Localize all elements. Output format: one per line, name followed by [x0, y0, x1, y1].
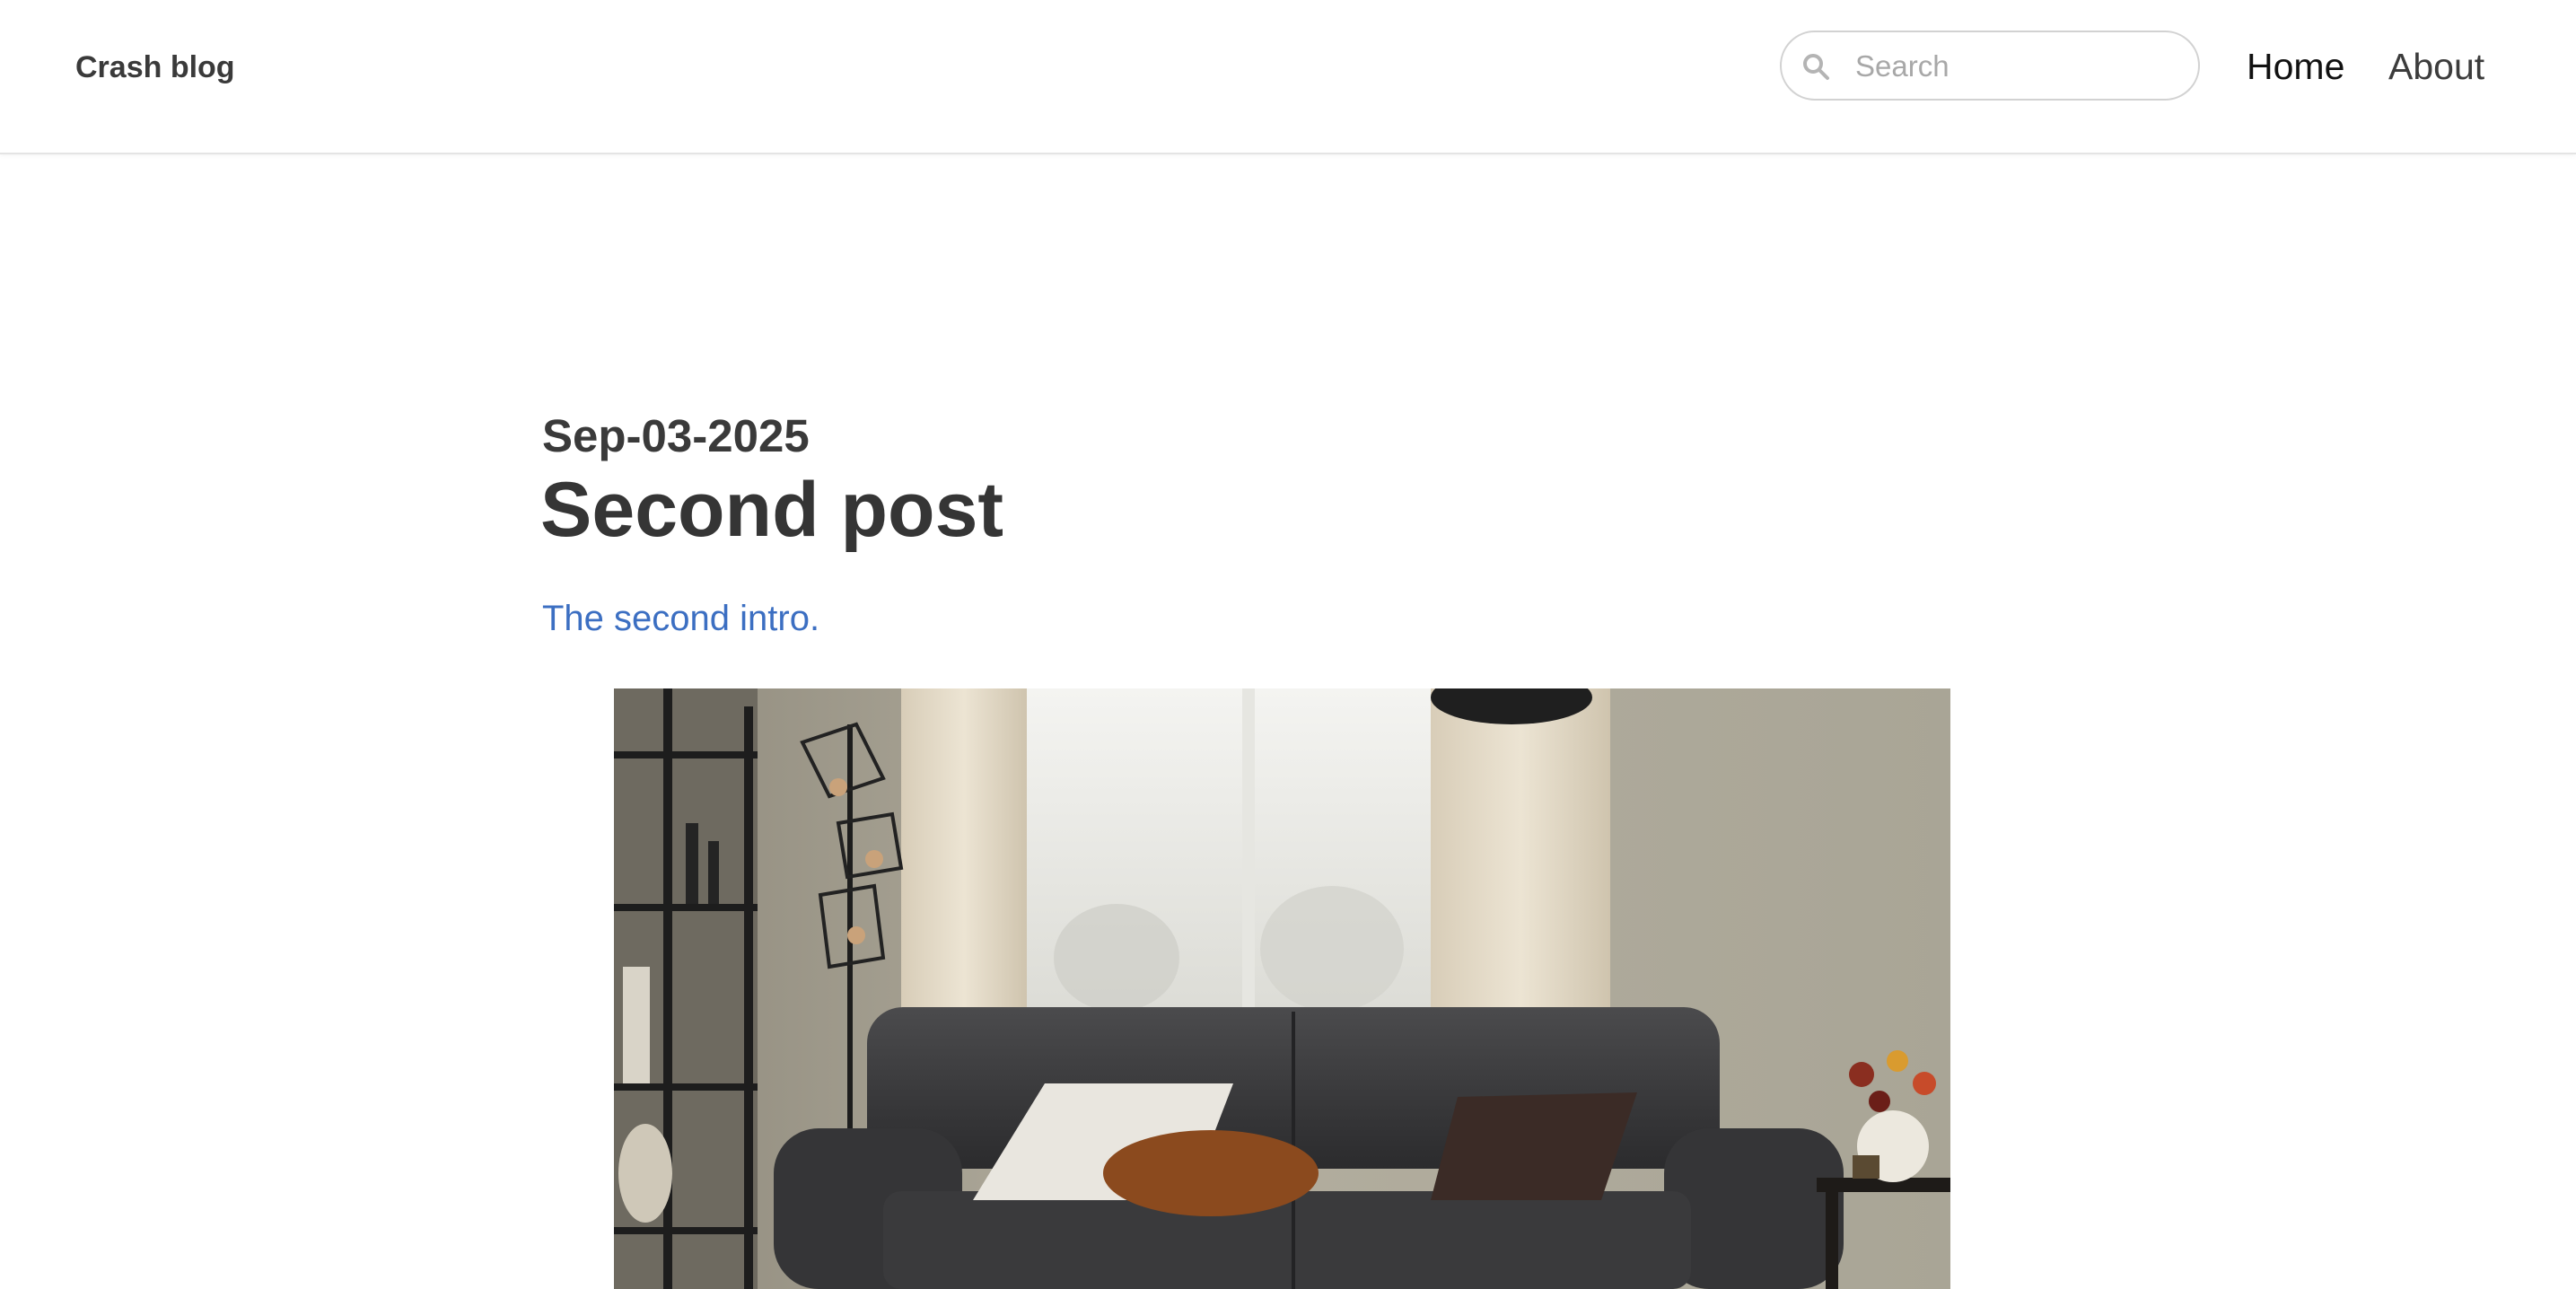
post-hero-image	[614, 688, 1950, 1289]
nav-home-link[interactable]: Home	[2247, 41, 2344, 92]
post-intro-link[interactable]: The second intro.	[542, 592, 819, 644]
search-box[interactable]	[1780, 31, 2200, 101]
post-title: Second post	[540, 467, 1004, 553]
search-input[interactable]	[1853, 43, 2180, 90]
top-navigation-bar: Crash blog Home About	[0, 0, 2576, 154]
post-date: Sep-03-2025	[542, 410, 810, 461]
search-icon	[1803, 54, 1829, 80]
living-room-photo	[614, 688, 1950, 1289]
nav-about-link[interactable]: About	[2388, 41, 2484, 92]
site-brand-link[interactable]: Crash blog	[75, 45, 235, 90]
